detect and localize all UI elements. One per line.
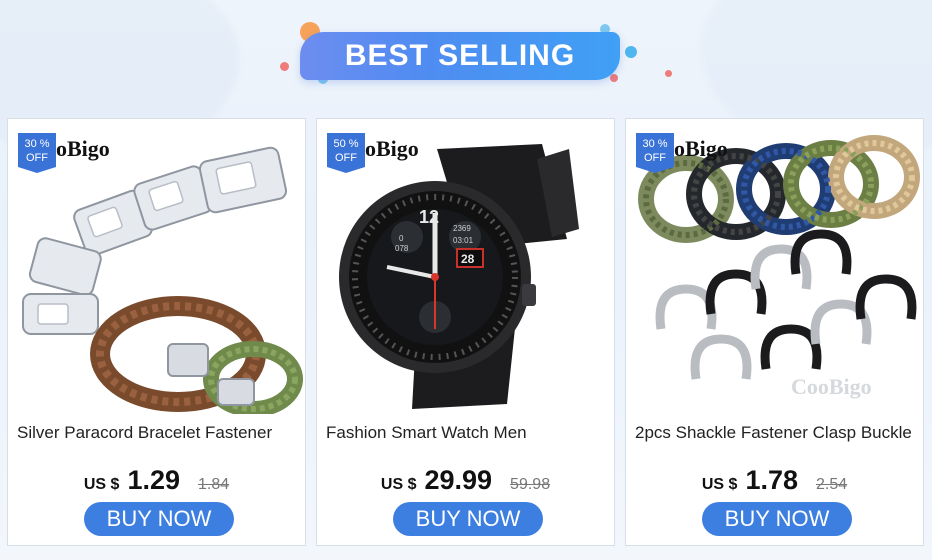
currency-label: US $ bbox=[83, 476, 120, 493]
product-card[interactable]: 30 % OFF oBigo Silver Paracord Bracelet … bbox=[7, 118, 306, 546]
product-card[interactable]: 12 0 2369 078 03:01 28 50 % OFF oBigo Fa… bbox=[316, 118, 615, 546]
watch-heart-rate: 0 bbox=[399, 234, 404, 243]
currency-label: US $ bbox=[380, 476, 417, 493]
buy-now-button[interactable]: BUY NOW bbox=[84, 502, 234, 536]
banner-pill: BEST SELLING bbox=[300, 32, 620, 80]
watermark-text: CooBigo bbox=[791, 374, 872, 399]
badge-off: OFF bbox=[26, 152, 48, 164]
original-price: 1.84 bbox=[198, 476, 230, 493]
sale-price: 29.99 bbox=[424, 465, 493, 495]
watch-twelve: 12 bbox=[419, 207, 439, 227]
product-card[interactable]: CooBigo 30 % OFF oBigo 2pcs Shackle Fast… bbox=[625, 118, 924, 546]
badge-percent: 30 % bbox=[24, 138, 50, 150]
price-row: US $ 1.29 1.84 bbox=[8, 465, 305, 496]
brand-logo: oBigo bbox=[674, 136, 728, 161]
brand-logo: oBigo bbox=[56, 136, 110, 161]
decor-dot bbox=[610, 74, 618, 82]
sale-price: 1.78 bbox=[745, 465, 798, 495]
price-row: US $ 29.99 59.98 bbox=[317, 465, 614, 496]
brand-logo: oBigo bbox=[365, 136, 419, 161]
decor-dot bbox=[665, 70, 672, 77]
price-row: US $ 1.78 2.54 bbox=[626, 465, 923, 496]
product-title[interactable]: 2pcs Shackle Fastener Clasp Buckle bbox=[635, 423, 920, 443]
buy-now-button[interactable]: BUY NOW bbox=[702, 502, 852, 536]
product-title[interactable]: Silver Paracord Bracelet Fastener bbox=[17, 423, 302, 443]
currency-label: US $ bbox=[701, 476, 738, 493]
product-title[interactable]: Fashion Smart Watch Men bbox=[326, 423, 611, 443]
product-image[interactable]: CooBigo 30 % OFF oBigo bbox=[626, 119, 923, 414]
product-image[interactable]: 12 0 2369 078 03:01 28 50 % OFF oBigo bbox=[317, 119, 614, 414]
page-title: BEST SELLING bbox=[344, 39, 576, 72]
watch-date: 28 bbox=[461, 252, 475, 266]
discount-badge: 50 % OFF bbox=[327, 133, 365, 173]
badge-off: OFF bbox=[335, 152, 357, 164]
watch-readout-1: 078 bbox=[395, 244, 409, 253]
discount-badge: 30 % OFF bbox=[18, 133, 56, 173]
original-price: 59.98 bbox=[510, 476, 551, 493]
discount-badge: 30 % OFF bbox=[636, 133, 674, 173]
badge-off: OFF bbox=[644, 152, 666, 164]
sale-price: 1.29 bbox=[127, 465, 180, 495]
original-price: 2.54 bbox=[816, 476, 848, 493]
buy-now-button[interactable]: BUY NOW bbox=[393, 502, 543, 536]
watch-steps: 2369 bbox=[453, 224, 471, 233]
product-image[interactable]: 30 % OFF oBigo bbox=[8, 119, 305, 414]
badge-percent: 50 % bbox=[333, 138, 359, 150]
header-banner: BEST SELLING bbox=[270, 18, 672, 90]
decor-dot bbox=[280, 62, 289, 71]
decor-dot bbox=[625, 46, 637, 58]
watch-readout-2: 03:01 bbox=[453, 236, 474, 245]
badge-percent: 30 % bbox=[642, 138, 668, 150]
